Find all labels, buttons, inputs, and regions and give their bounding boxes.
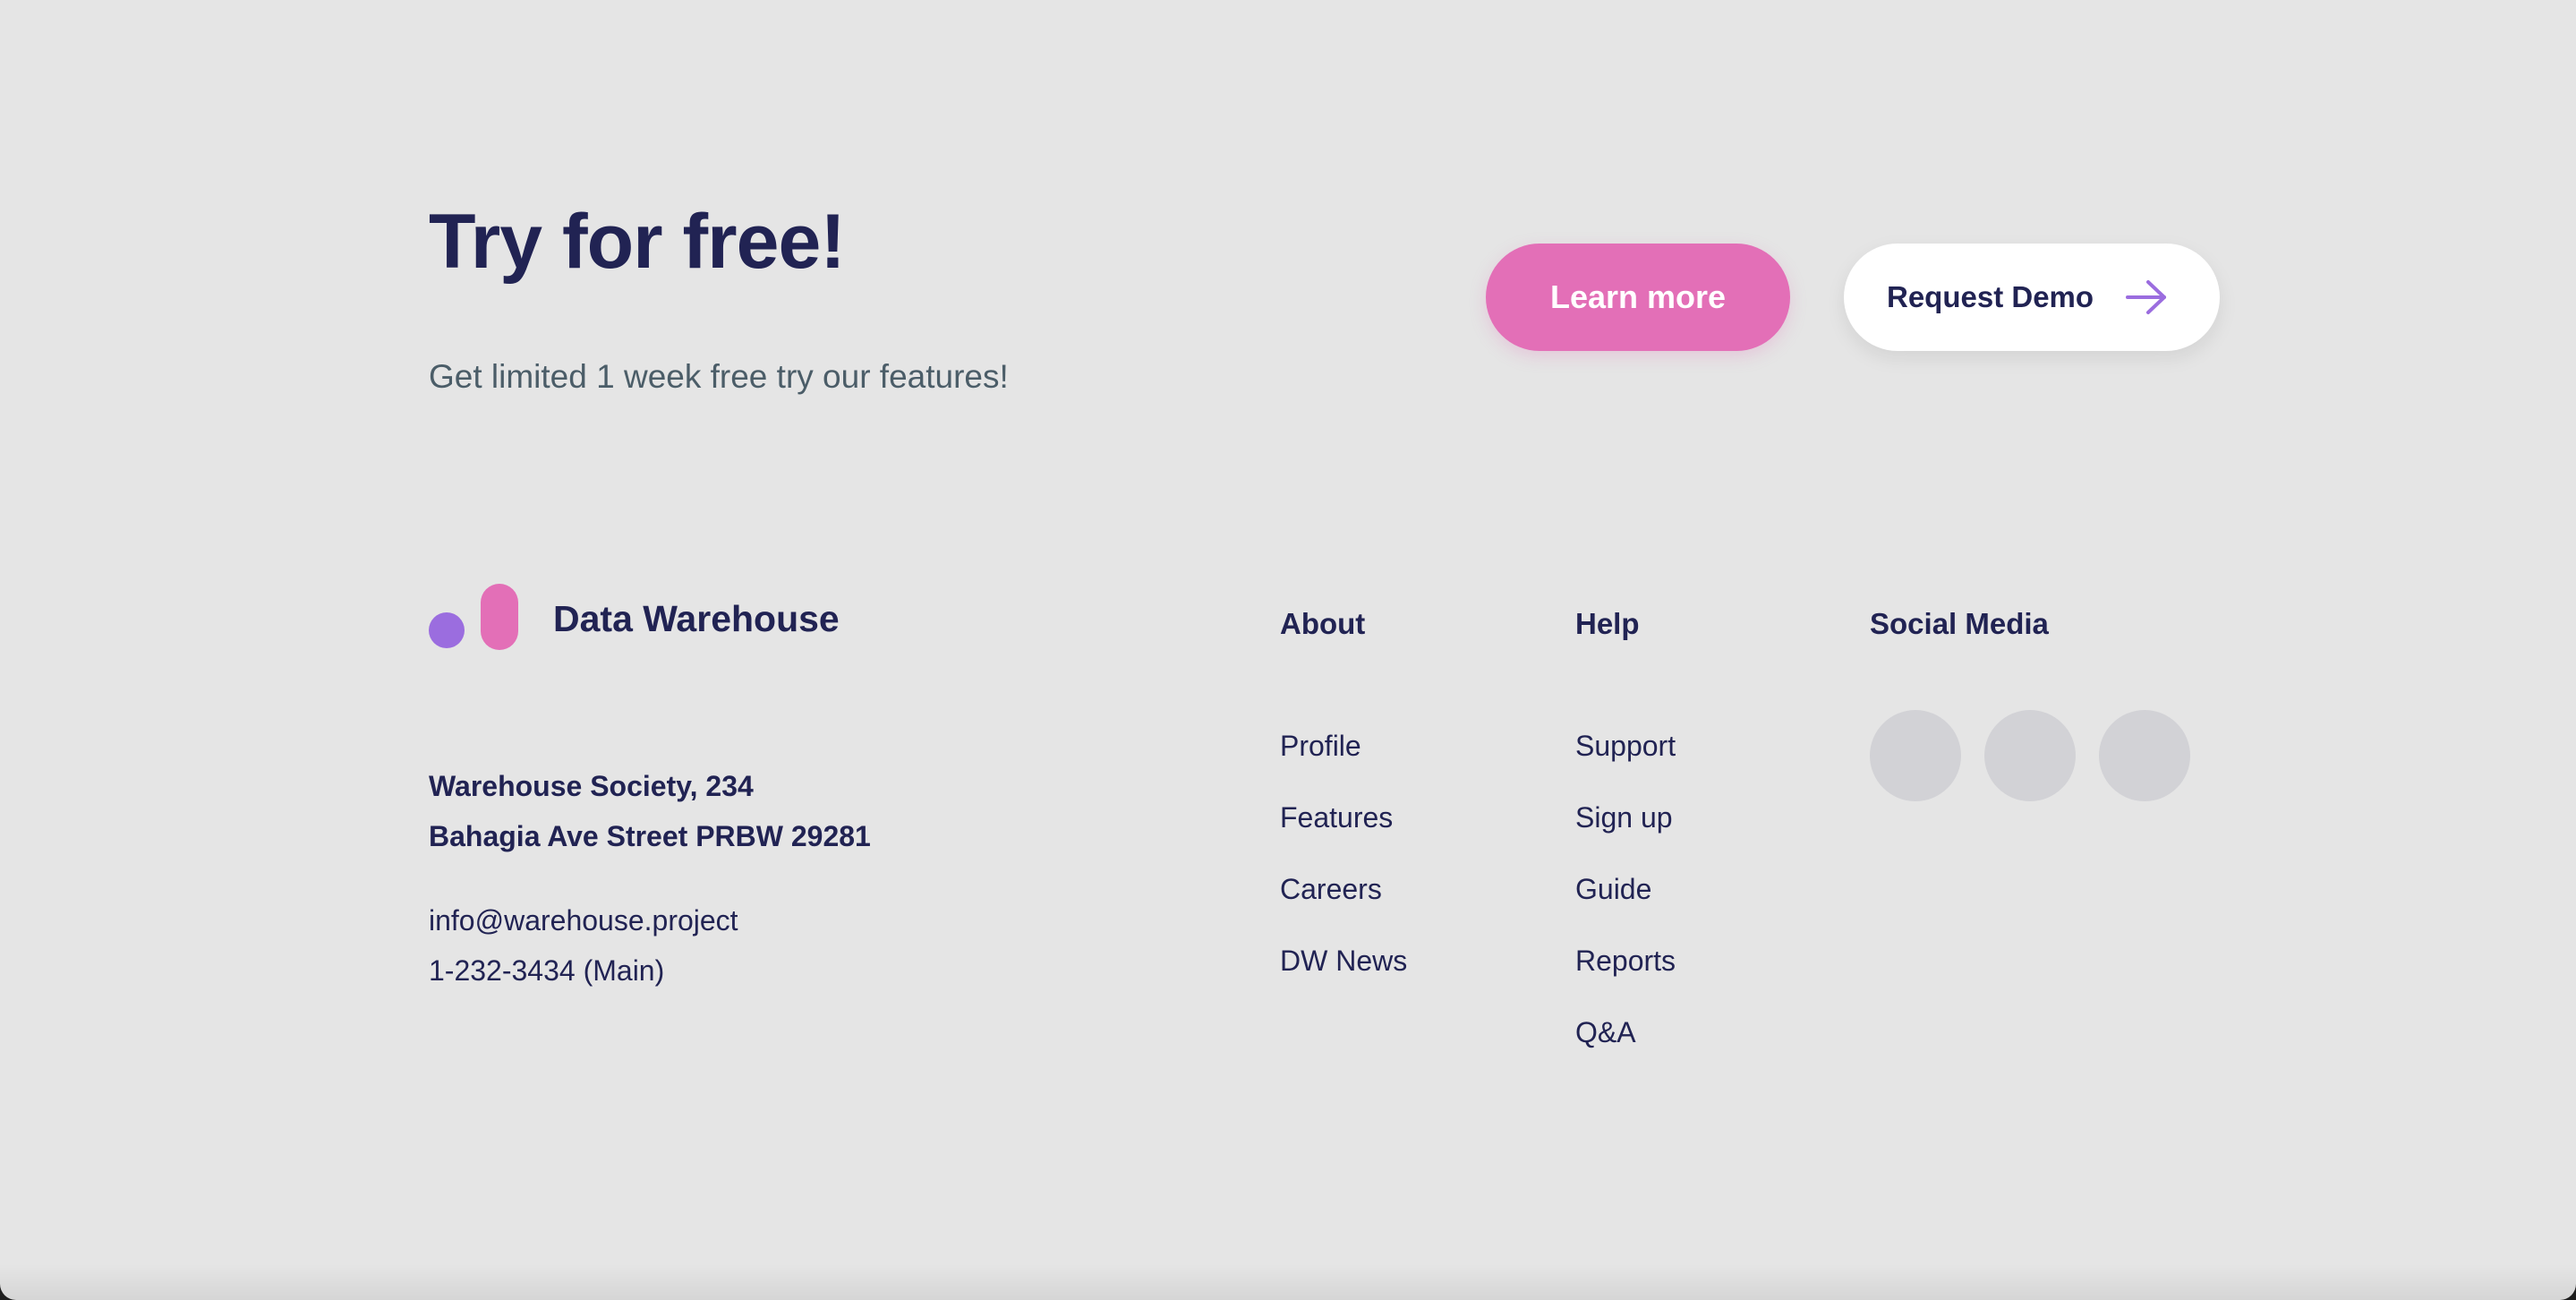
- about-link-careers[interactable]: Careers: [1280, 870, 1382, 908]
- learn-more-button[interactable]: Learn more: [1486, 244, 1790, 351]
- contact-phone: 1-232-3434 (Main): [429, 954, 665, 987]
- about-heading: About: [1280, 607, 1366, 640]
- learn-more-label: Learn more: [1549, 278, 1727, 315]
- contact-email[interactable]: info@warehouse.project: [429, 902, 738, 939]
- social-icon-3[interactable]: [2099, 710, 2190, 801]
- cta-title: Try for free!: [429, 199, 846, 285]
- social-media-heading: Social Media: [1870, 607, 2049, 640]
- address-line-1: Warehouse Society, 234: [429, 770, 754, 802]
- request-demo-label: Request Demo: [1887, 280, 2094, 313]
- social-icon-1[interactable]: [1870, 710, 1961, 801]
- address-line-2: Bahagia Ave Street PRBW 29281: [429, 820, 871, 852]
- page: Try for free! Get limited 1 week free tr…: [0, 0, 2576, 1300]
- about-link-profile[interactable]: Profile: [1280, 727, 1361, 765]
- brand-name: Data Warehouse: [553, 598, 840, 639]
- help-link-guide[interactable]: Guide: [1575, 870, 1651, 908]
- about-link-dw-news[interactable]: DW News: [1280, 942, 1407, 979]
- about-link-features[interactable]: Features: [1280, 799, 1393, 836]
- social-icon-2[interactable]: [1984, 710, 2076, 801]
- help-link-sign-up[interactable]: Sign up: [1575, 799, 1673, 836]
- cta-subtitle: Get limited 1 week free try our features…: [429, 358, 1009, 395]
- help-heading: Help: [1575, 607, 1640, 640]
- help-link-qa[interactable]: Q&A: [1575, 1013, 1636, 1051]
- arrow-right-icon: [2126, 280, 2166, 314]
- request-demo-button[interactable]: Request Demo: [1844, 244, 2220, 351]
- help-link-reports[interactable]: Reports: [1575, 942, 1676, 979]
- help-link-support[interactable]: Support: [1575, 727, 1676, 765]
- data-warehouse-logo: [429, 584, 518, 650]
